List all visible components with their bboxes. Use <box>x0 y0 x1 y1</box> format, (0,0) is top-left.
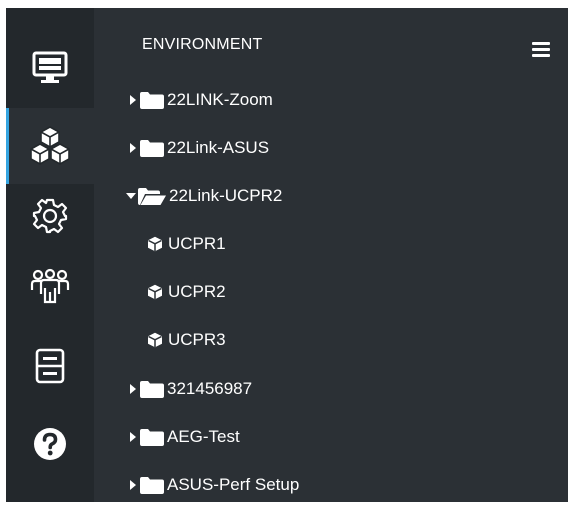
hamburger-menu-button[interactable] <box>532 42 550 58</box>
rail-item-cabinet[interactable] <box>6 328 94 404</box>
folder-icon <box>140 477 164 494</box>
folder-icon <box>140 429 164 446</box>
tree-label: UCPR1 <box>168 234 226 253</box>
tree-folder-row[interactable]: 22Link-ASUS <box>128 134 269 162</box>
rail-item-monitor[interactable] <box>6 30 94 106</box>
tree-label: 22Link-ASUS <box>167 138 270 157</box>
tree-label: UCPR3 <box>168 330 226 349</box>
caret-right-icon <box>130 95 136 105</box>
tree-device-row[interactable]: UCPR3 <box>147 326 226 354</box>
cube-icon <box>148 236 162 252</box>
rail-item-environment[interactable] <box>6 108 94 184</box>
rail-item-users[interactable] <box>6 248 94 324</box>
icon-rail <box>6 8 94 502</box>
tree-label: AEG-Test <box>167 427 240 446</box>
tree-label: 22LINK-Zoom <box>167 90 273 109</box>
caret-right-icon <box>130 143 136 153</box>
rail-item-help[interactable] <box>6 406 94 482</box>
cubes-icon <box>30 126 70 165</box>
users-icon <box>30 268 70 304</box>
caret-right-icon <box>130 432 136 442</box>
folder-icon <box>140 140 164 157</box>
caret-down-icon <box>126 193 136 199</box>
tree-device-row[interactable]: UCPR2 <box>147 278 226 306</box>
cube-icon <box>148 284 162 300</box>
help-icon <box>34 428 66 460</box>
gear-icon <box>32 198 68 234</box>
tree-device-row[interactable]: UCPR1 <box>147 230 226 258</box>
folder-open-icon <box>138 188 166 205</box>
tree-folder-row-expanded[interactable]: 22Link-UCPR2 <box>126 182 282 210</box>
app-frame: ENVIRONMENT 22LINK-Zoom 22Link-ASUS 22Li… <box>6 8 568 502</box>
tree-label: 22Link-UCPR2 <box>169 186 283 205</box>
cube-icon <box>148 332 162 348</box>
tree-folder-row[interactable]: 22LINK-Zoom <box>128 86 273 114</box>
tree-label: ASUS-Perf Setup <box>167 475 300 494</box>
panel-title: ENVIRONMENT <box>142 36 263 53</box>
folder-icon <box>140 92 164 109</box>
folder-icon <box>140 381 164 398</box>
rail-item-settings[interactable] <box>6 178 94 254</box>
environment-panel: ENVIRONMENT 22LINK-Zoom 22Link-ASUS 22Li… <box>94 8 568 502</box>
hamburger-icon <box>532 42 550 45</box>
tree-label: 321456987 <box>167 379 253 398</box>
caret-right-icon <box>130 384 136 394</box>
cabinet-icon <box>35 348 65 384</box>
caret-right-icon <box>130 480 136 490</box>
tree-folder-row[interactable]: 321456987 <box>128 375 252 403</box>
tree-folder-row[interactable]: ASUS-Perf Setup <box>128 471 299 499</box>
tree-folder-row[interactable]: AEG-Test <box>128 423 240 451</box>
monitor-icon <box>32 51 68 83</box>
tree-label: UCPR2 <box>168 282 226 301</box>
